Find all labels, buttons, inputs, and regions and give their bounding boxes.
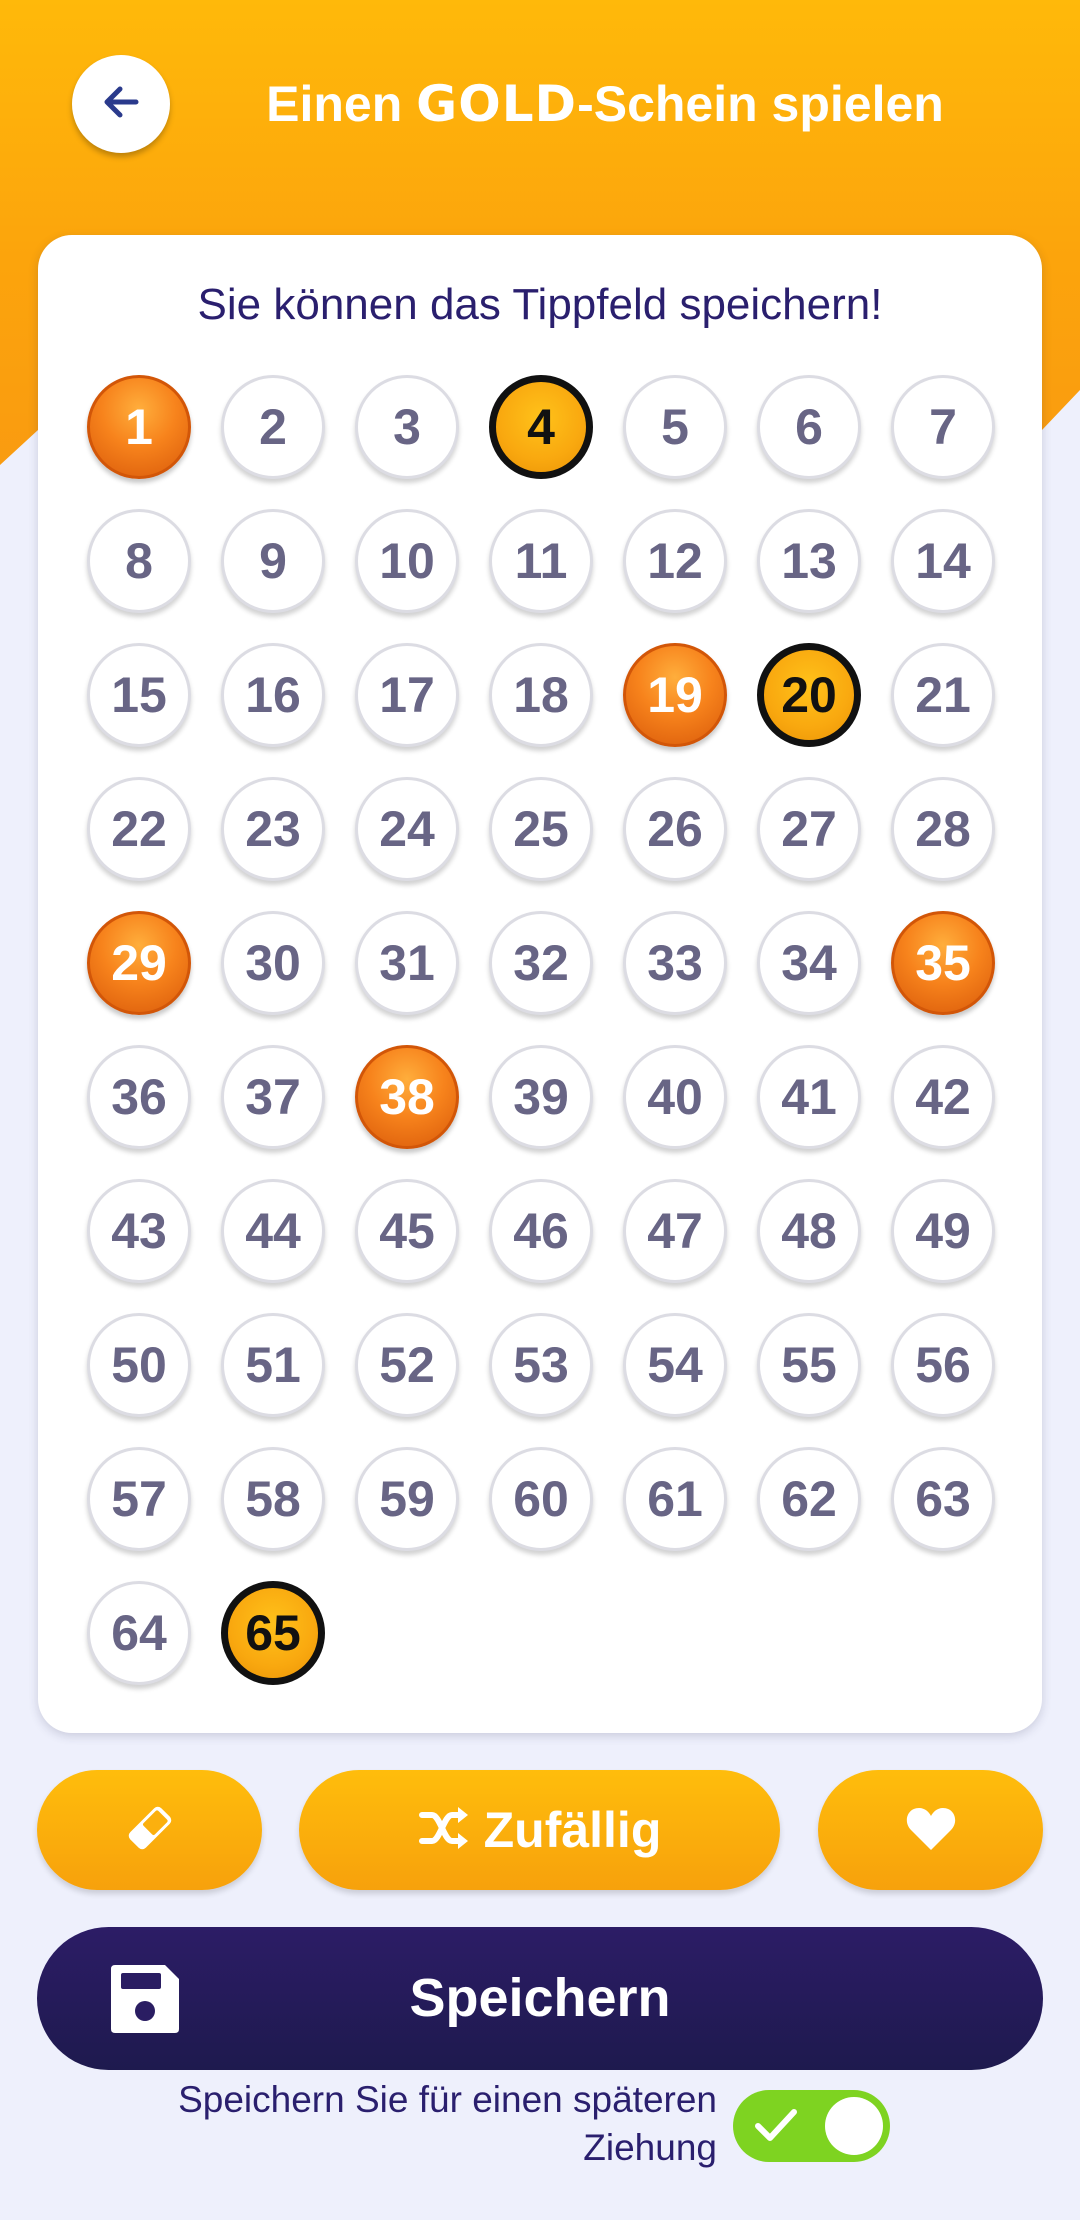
number-ball-8[interactable]: 8: [87, 509, 191, 613]
number-ball-57[interactable]: 57: [87, 1447, 191, 1551]
number-ball-39[interactable]: 39: [489, 1045, 593, 1149]
number-ball-33[interactable]: 33: [623, 911, 727, 1015]
back-button[interactable]: [72, 55, 170, 153]
number-ball-2[interactable]: 2: [221, 375, 325, 479]
number-ball-43[interactable]: 43: [87, 1179, 191, 1283]
number-ball-26[interactable]: 26: [623, 777, 727, 881]
number-ball-64[interactable]: 64: [87, 1581, 191, 1685]
number-ball-54[interactable]: 54: [623, 1313, 727, 1417]
save-for-later-label: Speichern Sie für einen späteren Ziehung: [100, 2076, 717, 2172]
number-ball-50[interactable]: 50: [87, 1313, 191, 1417]
save-hint: Sie können das Tippfeld speichern!: [197, 280, 883, 329]
save-for-later-toggle[interactable]: [733, 2090, 890, 2162]
number-ball-11[interactable]: 11: [489, 509, 593, 613]
page-title: Einen GOLD-Schein spielen: [190, 68, 1020, 140]
title-suffix: -Schein spielen: [577, 76, 944, 132]
number-ball-44[interactable]: 44: [221, 1179, 325, 1283]
number-ball-29[interactable]: 29: [87, 911, 191, 1015]
toggle-knob: [825, 2097, 883, 2155]
number-ball-3[interactable]: 3: [355, 375, 459, 479]
number-ball-4[interactable]: 4: [489, 375, 593, 479]
number-ball-46[interactable]: 46: [489, 1179, 593, 1283]
random-button-label: Zufällig: [483, 1802, 662, 1858]
number-ball-38[interactable]: 38: [355, 1045, 459, 1149]
save-for-later-line2: Ziehung: [583, 2127, 717, 2168]
number-ball-35[interactable]: 35: [891, 911, 995, 1015]
number-ball-56[interactable]: 56: [891, 1313, 995, 1417]
number-ball-55[interactable]: 55: [757, 1313, 861, 1417]
number-ball-61[interactable]: 61: [623, 1447, 727, 1551]
number-ball-21[interactable]: 21: [891, 643, 995, 747]
number-ball-24[interactable]: 24: [355, 777, 459, 881]
number-ball-62[interactable]: 62: [757, 1447, 861, 1551]
clear-button[interactable]: [37, 1770, 262, 1890]
number-ball-52[interactable]: 52: [355, 1313, 459, 1417]
number-ball-45[interactable]: 45: [355, 1179, 459, 1283]
number-ball-6[interactable]: 6: [757, 375, 861, 479]
title-prefix: Einen: [266, 76, 417, 132]
number-ball-49[interactable]: 49: [891, 1179, 995, 1283]
number-ball-30[interactable]: 30: [221, 911, 325, 1015]
favorite-button[interactable]: [818, 1770, 1043, 1890]
number-ball-37[interactable]: 37: [221, 1045, 325, 1149]
number-ball-28[interactable]: 28: [891, 777, 995, 881]
number-ball-41[interactable]: 41: [757, 1045, 861, 1149]
number-ball-58[interactable]: 58: [221, 1447, 325, 1551]
number-ball-22[interactable]: 22: [87, 777, 191, 881]
number-ball-10[interactable]: 10: [355, 509, 459, 613]
number-ball-53[interactable]: 53: [489, 1313, 593, 1417]
number-ball-17[interactable]: 17: [355, 643, 459, 747]
number-ball-51[interactable]: 51: [221, 1313, 325, 1417]
number-ball-7[interactable]: 7: [891, 375, 995, 479]
number-ball-9[interactable]: 9: [221, 509, 325, 613]
number-ball-19[interactable]: 19: [623, 643, 727, 747]
number-ball-63[interactable]: 63: [891, 1447, 995, 1551]
random-button[interactable]: Zufällig: [299, 1770, 780, 1890]
number-ball-65[interactable]: 65: [221, 1581, 325, 1685]
number-ball-42[interactable]: 42: [891, 1045, 995, 1149]
number-ball-34[interactable]: 34: [757, 911, 861, 1015]
number-ball-1[interactable]: 1: [87, 375, 191, 479]
number-ball-31[interactable]: 31: [355, 911, 459, 1015]
number-ball-40[interactable]: 40: [623, 1045, 727, 1149]
number-ball-59[interactable]: 59: [355, 1447, 459, 1551]
arrow-left-icon: [96, 77, 146, 132]
number-ball-5[interactable]: 5: [623, 375, 727, 479]
number-ball-20[interactable]: 20: [757, 643, 861, 747]
check-icon: [753, 2104, 799, 2153]
eraser-icon: [122, 1800, 178, 1861]
number-ball-13[interactable]: 13: [757, 509, 861, 613]
number-ball-25[interactable]: 25: [489, 777, 593, 881]
number-ball-15[interactable]: 15: [87, 643, 191, 747]
number-ball-47[interactable]: 47: [623, 1179, 727, 1283]
number-ball-18[interactable]: 18: [489, 643, 593, 747]
number-ball-16[interactable]: 16: [221, 643, 325, 747]
number-ball-14[interactable]: 14: [891, 509, 995, 613]
shuffle-icon: [418, 1805, 470, 1856]
number-ball-12[interactable]: 12: [623, 509, 727, 613]
number-grid-card: Sie können das Tippfeld speichern! 12345…: [38, 235, 1042, 1733]
title-brand: GOLD: [416, 75, 578, 133]
number-ball-23[interactable]: 23: [221, 777, 325, 881]
save-button[interactable]: Speichern: [37, 1927, 1043, 2070]
number-ball-60[interactable]: 60: [489, 1447, 593, 1551]
number-ball-27[interactable]: 27: [757, 777, 861, 881]
heart-icon: [905, 1804, 957, 1857]
save-button-label: Speichern: [409, 1968, 671, 2028]
number-ball-36[interactable]: 36: [87, 1045, 191, 1149]
save-for-later-line1: Speichern Sie für einen späteren: [178, 2079, 717, 2120]
number-ball-48[interactable]: 48: [757, 1179, 861, 1283]
number-ball-32[interactable]: 32: [489, 911, 593, 1015]
